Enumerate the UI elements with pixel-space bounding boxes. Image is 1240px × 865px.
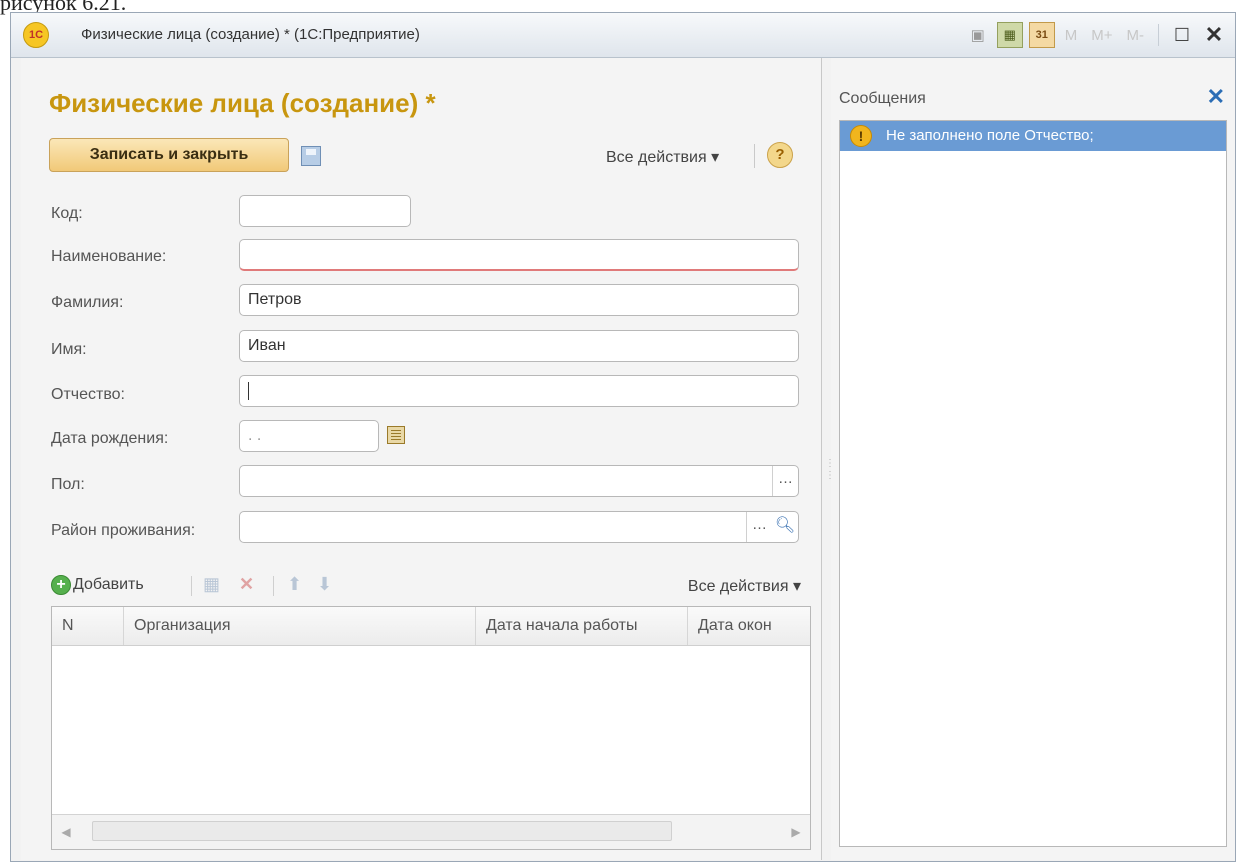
all-actions-menu[interactable]: Все действия ▾ bbox=[606, 147, 719, 167]
column-header-organization[interactable]: Организация bbox=[124, 607, 476, 645]
add-button[interactable]: Добавить bbox=[73, 576, 144, 594]
name-label: Наименование: bbox=[51, 248, 167, 265]
birthdate-label: Дата рождения: bbox=[51, 430, 169, 447]
table-toolbar: + Добавить ▦ ✕ ⬆ ⬇ Все действия ▾ bbox=[51, 570, 811, 600]
calculator-icon[interactable]: ▦ bbox=[996, 22, 1023, 48]
memory-mminus-button[interactable]: M- bbox=[1123, 22, 1149, 48]
column-header-end-date[interactable]: Дата окон bbox=[688, 607, 810, 645]
save-icon[interactable] bbox=[301, 146, 321, 166]
messages-title: Сообщения bbox=[839, 90, 926, 107]
table-header: N Организация Дата начала работы Дата ок… bbox=[52, 607, 810, 646]
titlebar-tools: ▣ ▦ 31 M M+ M- ☐ ✕ bbox=[965, 21, 1227, 49]
toolbar-separator bbox=[754, 144, 755, 168]
patronymic-field[interactable] bbox=[239, 375, 799, 407]
title-bar: 1С Физические лица (создание) * (1С:Пред… bbox=[11, 13, 1235, 58]
messages-panel: Сообщения ✕ ! Не заполнено поле Отчество… bbox=[831, 58, 1235, 860]
write-and-close-button[interactable]: Записать и закрыть bbox=[49, 138, 289, 172]
column-header-start-date[interactable]: Дата начала работы bbox=[476, 607, 688, 645]
message-text: Не заполнено поле Отчество; bbox=[886, 127, 1094, 144]
toolbar-separator bbox=[273, 576, 274, 596]
horizontal-scrollbar[interactable]: ◀ ▶ bbox=[52, 814, 810, 849]
code-label: Код: bbox=[51, 205, 83, 222]
close-messages-icon[interactable]: ✕ bbox=[1207, 84, 1225, 110]
delete-icon[interactable]: ✕ bbox=[239, 574, 254, 595]
gender-label: Пол: bbox=[51, 476, 85, 493]
district-label: Район проживания: bbox=[51, 522, 196, 539]
code-field[interactable] bbox=[239, 195, 411, 227]
name-field[interactable] bbox=[239, 239, 799, 271]
memory-mplus-button[interactable]: M+ bbox=[1087, 22, 1116, 48]
text-cursor bbox=[248, 381, 249, 400]
district-select-button[interactable]: … bbox=[746, 512, 772, 542]
form-title: Физические лица (создание) * bbox=[49, 88, 436, 118]
patronymic-label: Отчество: bbox=[51, 386, 125, 403]
help-icon[interactable]: ? bbox=[767, 142, 793, 168]
warning-icon: ! bbox=[850, 125, 872, 147]
memory-m-button[interactable]: M bbox=[1061, 22, 1082, 48]
surname-field[interactable]: Петров bbox=[239, 284, 799, 316]
firstname-label: Имя: bbox=[51, 341, 87, 358]
gender-field[interactable] bbox=[239, 465, 799, 497]
add-icon[interactable]: + bbox=[51, 575, 71, 595]
move-up-icon[interactable]: ⬆ bbox=[287, 574, 302, 595]
scroll-right-icon[interactable]: ▶ bbox=[782, 815, 810, 849]
birthdate-field[interactable]: . . bbox=[239, 420, 379, 452]
panel-splitter[interactable]: ⋮ ⋮ bbox=[825, 458, 835, 498]
district-field[interactable] bbox=[239, 511, 799, 543]
scroll-left-icon[interactable]: ◀ bbox=[52, 815, 80, 849]
calendar-icon[interactable]: 31 bbox=[1028, 22, 1055, 48]
calendar-picker-icon[interactable] bbox=[387, 426, 405, 444]
move-down-icon[interactable]: ⬇ bbox=[317, 574, 332, 595]
messages-list: ! Не заполнено поле Отчество; bbox=[839, 120, 1227, 847]
table-all-actions-menu[interactable]: Все действия ▾ bbox=[688, 576, 801, 596]
column-header-n[interactable]: N bbox=[52, 607, 124, 645]
scroll-thumb[interactable] bbox=[92, 821, 672, 841]
history-icon[interactable]: ▣ bbox=[965, 22, 991, 48]
gender-select-button[interactable]: … bbox=[772, 466, 798, 496]
form-panel: Физические лица (создание) * Записать и … bbox=[21, 58, 822, 860]
message-item[interactable]: ! Не заполнено поле Отчество; bbox=[840, 121, 1226, 151]
firstname-field[interactable]: Иван bbox=[239, 330, 799, 362]
toolbar-separator bbox=[191, 576, 192, 596]
surname-label: Фамилия: bbox=[51, 294, 124, 311]
toolbar-separator bbox=[1158, 24, 1159, 46]
search-icon[interactable]: 🔍︎ bbox=[772, 512, 798, 542]
close-window-icon[interactable]: ✕ bbox=[1201, 22, 1227, 48]
copy-icon[interactable]: ▦ bbox=[203, 574, 220, 595]
1c-logo-icon[interactable]: 1С bbox=[23, 22, 49, 48]
maximize-icon[interactable]: ☐ bbox=[1169, 22, 1195, 48]
organizations-table: N Организация Дата начала работы Дата ок… bbox=[51, 606, 811, 850]
app-window: 1С Физические лица (создание) * (1С:Пред… bbox=[10, 12, 1236, 862]
window-title: Физические лица (создание) * (1С:Предпри… bbox=[81, 26, 420, 43]
